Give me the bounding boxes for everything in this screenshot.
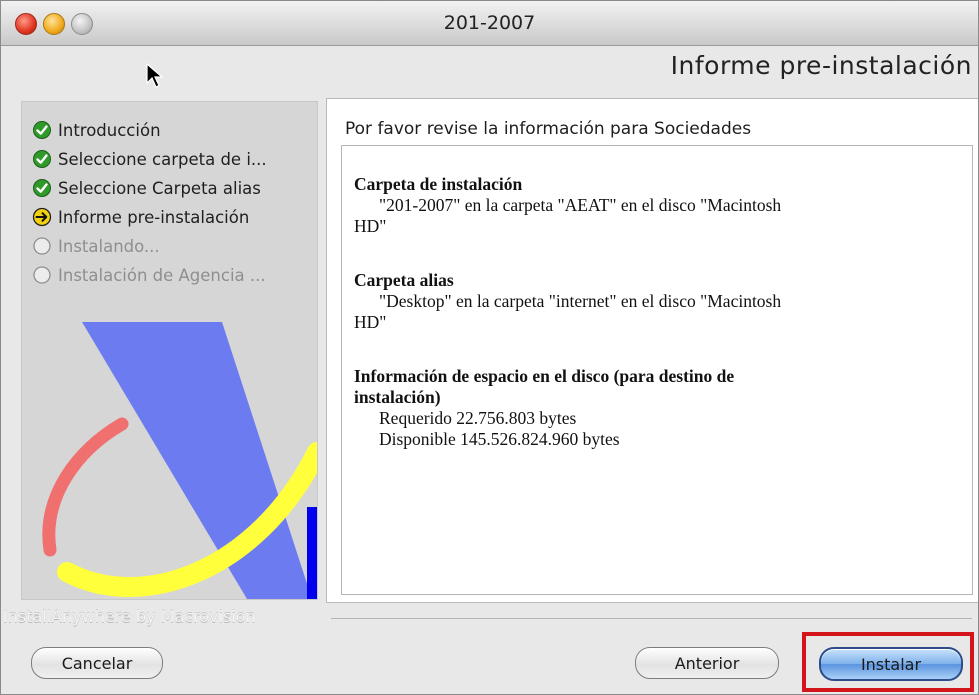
alias-folder-path-cont: HD" bbox=[354, 312, 387, 332]
window-title: 201-2007 bbox=[443, 12, 536, 34]
step-carpeta-alias: Seleccione Carpeta alias bbox=[32, 176, 261, 200]
divider bbox=[331, 618, 972, 619]
required-space: Requerido 22.756.803 bytes bbox=[379, 408, 577, 428]
installer-window: 201-2007 Informe pre-instalación Introdu… bbox=[0, 0, 979, 695]
install-highlight-box bbox=[802, 632, 974, 692]
disk-space-title-cont: instalación) bbox=[354, 387, 441, 407]
step-label: Seleccione carpeta de i... bbox=[58, 149, 267, 169]
alias-folder-title: Carpeta alias bbox=[354, 270, 454, 290]
mouse-pointer-icon bbox=[146, 63, 164, 88]
alias-folder-section: Carpeta alias "Desktop" en la carpeta "i… bbox=[354, 270, 781, 333]
step-instalando: Instalando... bbox=[32, 234, 160, 258]
available-space: Disponible 145.526.824.960 bytes bbox=[379, 429, 620, 449]
alias-folder-path: "Desktop" en la carpeta "internet" en el… bbox=[379, 291, 782, 311]
checkmark-circle-icon bbox=[33, 179, 51, 197]
title-bar: 201-2007 bbox=[1, 1, 978, 46]
empty-circle-icon bbox=[33, 266, 51, 284]
step-informe-preinstalacion: Informe pre-instalación bbox=[32, 205, 249, 229]
step-seleccione-carpeta: Seleccione carpeta de i... bbox=[32, 147, 267, 171]
step-label: Informe pre-instalación bbox=[58, 207, 250, 227]
step-label: Seleccione Carpeta alias bbox=[58, 178, 261, 198]
install-folder-title: Carpeta de instalación bbox=[354, 174, 523, 194]
step-label: Introducción bbox=[58, 120, 161, 140]
info-heading: Por favor revise la información para Soc… bbox=[345, 119, 752, 139]
disk-space-section: Información de espacio en el disco (para… bbox=[354, 366, 734, 450]
page-title: Informe pre-instalación bbox=[670, 51, 972, 80]
branding-row: InstallAnywhere by Macrovision bbox=[1, 607, 978, 627]
checkmark-circle-icon bbox=[33, 150, 51, 168]
install-folder-path-cont: HD" bbox=[354, 216, 387, 236]
arrow-right-circle-icon bbox=[32, 207, 52, 227]
steps-panel: Introducción Seleccione carpeta de i... … bbox=[21, 101, 318, 600]
empty-circle-icon bbox=[33, 237, 51, 255]
disk-space-title: Información de espacio en el disco (para… bbox=[354, 366, 735, 386]
step-label: Instalando... bbox=[58, 236, 160, 256]
cancel-button[interactable]: Cancelar bbox=[31, 647, 163, 679]
back-button[interactable]: Anterior bbox=[635, 647, 779, 679]
summary-box[interactable]: Carpeta de instalación "201-2007" en la … bbox=[341, 145, 973, 595]
info-panel: Por favor revise la información para Soc… bbox=[326, 98, 978, 603]
checkmark-circle-icon bbox=[33, 121, 51, 139]
step-introduccion: Introducción bbox=[32, 118, 161, 142]
installanywhere-branding: InstallAnywhere by Macrovision bbox=[3, 607, 256, 626]
step-instalacion-agencia: Instalación de Agencia ... bbox=[32, 263, 266, 287]
install-folder-path: "201-2007" en la carpeta "AEAT" en el di… bbox=[379, 195, 782, 215]
install-folder-section: Carpeta de instalación "201-2007" en la … bbox=[354, 174, 781, 237]
step-label: Instalación de Agencia ... bbox=[58, 265, 266, 285]
